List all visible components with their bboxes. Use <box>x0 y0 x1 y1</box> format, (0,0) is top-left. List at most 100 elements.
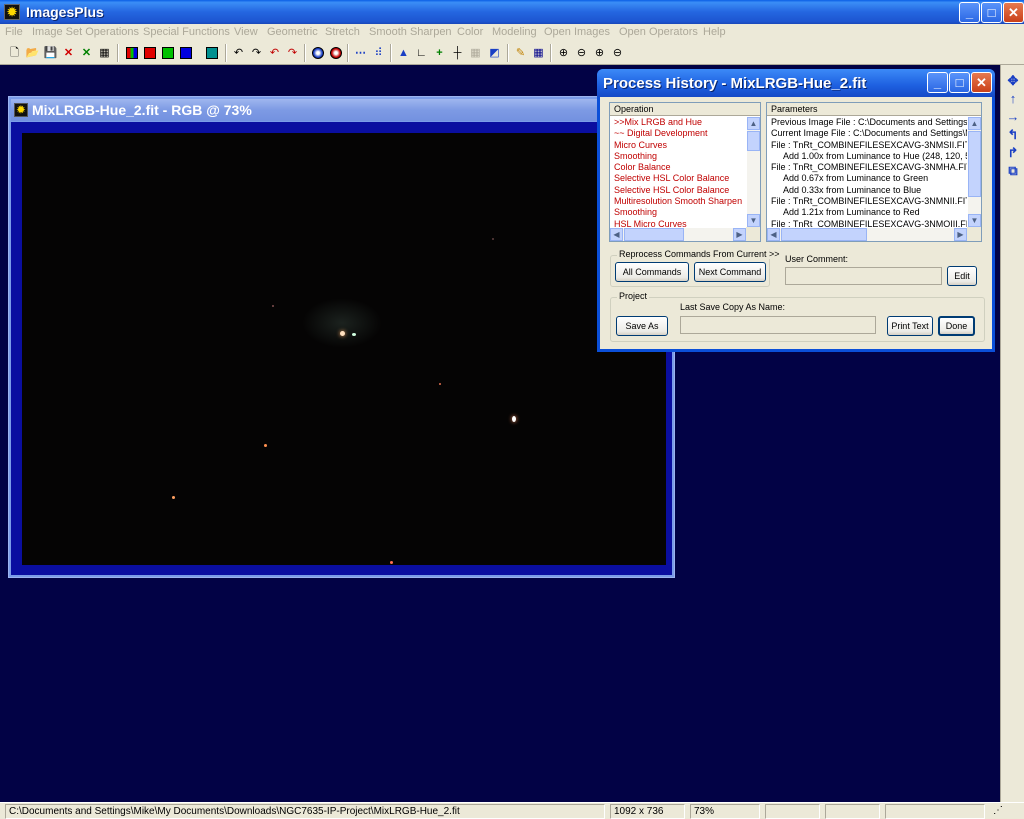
dialog-maximize-button[interactable]: □ <box>949 72 970 93</box>
close-image-icon[interactable]: ✕ <box>60 44 77 61</box>
histogram-icon[interactable]: ▲ <box>395 44 412 61</box>
menu-open-operators[interactable]: Open Operators <box>619 26 698 38</box>
scroll-thumb[interactable] <box>747 131 760 151</box>
maximize-button[interactable]: □ <box>981 2 1002 23</box>
curve-icon[interactable]: ∟ <box>413 44 430 61</box>
operation-vertical-scrollbar[interactable]: ▲ ▼ <box>747 117 760 227</box>
save-icon[interactable]: 💾 <box>42 44 59 61</box>
menu-view[interactable]: View <box>234 26 258 38</box>
zoom-fit-icon[interactable]: ⊕ <box>591 44 608 61</box>
grid-icon[interactable]: ▦ <box>467 44 484 61</box>
process-history-title-bar[interactable]: Process History - MixLRGB-Hue_2.fit _ □ … <box>597 69 995 97</box>
green-channel-icon[interactable] <box>159 44 176 61</box>
close-all-icon[interactable]: ✕ <box>78 44 95 61</box>
minimize-button[interactable]: _ <box>959 2 980 23</box>
open-file-icon[interactable]: 📂 <box>24 44 41 61</box>
red-channel-icon[interactable] <box>141 44 158 61</box>
list-item[interactable]: Current Image File : C:\Documents and Se… <box>767 128 967 139</box>
rotate-left-icon[interactable]: ↰ <box>1005 127 1021 143</box>
zoom-actual-icon[interactable]: ⊖ <box>609 44 626 61</box>
list-item[interactable]: HSL Micro Curves <box>610 219 746 227</box>
add-icon[interactable]: + <box>431 44 448 61</box>
image-window-icon[interactable]: ✹ <box>14 103 28 117</box>
menu-image-set-operations[interactable]: Image Set Operations <box>32 26 139 38</box>
operation-list[interactable]: Operation >>Mix LRGB and Hue ~~ Digital … <box>609 102 761 242</box>
menu-geometric[interactable]: Geometric <box>267 26 318 38</box>
list-item[interactable]: File : TnRt_COMBINEFILESEXCAVG-3NMSII.FI… <box>767 140 967 151</box>
list-item[interactable]: Add 1.00x from Luminance to Hue (248, 12… <box>767 151 967 162</box>
list-item[interactable]: Add 1.21x from Luminance to Red <box>767 207 967 218</box>
scroll-left-icon[interactable]: ◀ <box>610 228 623 241</box>
menu-smooth-sharpen[interactable]: Smooth Sharpen <box>369 26 452 38</box>
list-item[interactable]: ~~ Digital Development <box>610 128 746 139</box>
list-item[interactable]: Multiresolution Smooth Sharpen <box>610 196 746 207</box>
redo-icon[interactable]: ↷ <box>248 44 265 61</box>
done-button[interactable]: Done <box>938 316 975 336</box>
zoom-in-icon[interactable]: ⊕ <box>555 44 572 61</box>
print-text-button[interactable]: Print Text <box>887 316 933 336</box>
rotate-right-icon[interactable]: ↱ <box>1005 145 1021 161</box>
operation-column-header[interactable]: Operation <box>610 103 760 116</box>
points-icon[interactable]: ⠾ <box>370 44 387 61</box>
image-window[interactable]: ✹ MixLRGB-Hue_2.fit - RGB @ 73% <box>8 96 675 578</box>
image-edit-icon[interactable]: ◩ <box>486 44 503 61</box>
list-item[interactable]: Selective HSL Color Balance <box>610 185 746 196</box>
app-title-bar[interactable]: ✹ ImagesPlus _ □ ✕ <box>0 0 1024 24</box>
zoom-out-icon[interactable]: ⊖ <box>573 44 590 61</box>
scroll-thumb[interactable] <box>968 131 981 197</box>
menu-help[interactable]: Help <box>703 26 726 38</box>
menu-special-functions[interactable]: Special Functions <box>143 26 230 38</box>
list-item[interactable]: Micro Curves <box>610 140 746 151</box>
scroll-thumb[interactable] <box>781 228 867 241</box>
list-item[interactable]: Color Balance <box>610 162 746 173</box>
all-commands-button[interactable]: All Commands <box>615 262 689 282</box>
rgb-channels-icon[interactable] <box>123 44 140 61</box>
dialog-minimize-button[interactable]: _ <box>927 72 948 93</box>
move-icon[interactable]: ✥ <box>1005 73 1021 89</box>
next-command-button[interactable]: Next Command <box>694 262 766 282</box>
list-item[interactable]: Smoothing <box>610 151 746 162</box>
scroll-down-icon[interactable]: ▼ <box>968 214 981 227</box>
last-save-name-field[interactable] <box>680 316 876 334</box>
scroll-up-icon[interactable]: ▲ <box>968 117 981 130</box>
channel-grid-icon[interactable] <box>203 44 220 61</box>
menu-open-images[interactable]: Open Images <box>544 26 610 38</box>
list-item[interactable]: Add 0.33x from Luminance to Blue <box>767 185 967 196</box>
redo-all-icon[interactable]: ↷ <box>284 44 301 61</box>
list-item[interactable]: Add 0.67x from Luminance to Green <box>767 173 967 184</box>
app-icon[interactable]: ✹ <box>4 4 20 20</box>
new-file-icon[interactable]: 🗋 <box>6 44 23 61</box>
menu-color[interactable]: Color <box>457 26 483 38</box>
flip-icon[interactable]: ⧉ <box>1005 163 1021 179</box>
menu-file[interactable]: File <box>5 26 23 38</box>
parameters-column-header[interactable]: Parameters <box>767 103 981 116</box>
menu-modeling[interactable]: Modeling <box>492 26 537 38</box>
pencil-icon[interactable]: ✎ <box>512 44 529 61</box>
scroll-up-icon[interactable]: ▲ <box>747 117 760 130</box>
parameters-vertical-scrollbar[interactable]: ▲ ▼ <box>968 117 981 227</box>
dotted-line-icon[interactable]: ⋯ <box>352 44 369 61</box>
blue-channel-icon[interactable] <box>177 44 194 61</box>
list-item[interactable]: Smoothing <box>610 207 746 218</box>
scroll-right-icon[interactable]: ▶ <box>733 228 746 241</box>
scroll-left-icon[interactable]: ◀ <box>767 228 780 241</box>
menu-stretch[interactable]: Stretch <box>325 26 360 38</box>
star-blue-icon[interactable] <box>309 44 326 61</box>
scroll-thumb[interactable] <box>624 228 684 241</box>
star-red-icon[interactable] <box>327 44 344 61</box>
list-item[interactable]: File : TnRt_COMBINEFILESEXCAVG-3NMHA.FIT… <box>767 162 967 173</box>
edit-button[interactable]: Edit <box>947 266 977 286</box>
list-item[interactable]: Previous Image File : C:\Documents and S… <box>767 117 967 128</box>
operation-horizontal-scrollbar[interactable]: ◀ ▶ <box>610 228 746 241</box>
undo-all-icon[interactable]: ↶ <box>266 44 283 61</box>
arrow-right-icon[interactable]: → <box>1005 109 1021 125</box>
list-item[interactable]: >>Mix LRGB and Hue <box>610 117 746 128</box>
list-item[interactable]: Selective HSL Color Balance <box>610 173 746 184</box>
dialog-close-button[interactable]: ✕ <box>971 72 992 93</box>
undo-icon[interactable]: ↶ <box>230 44 247 61</box>
process-history-dialog[interactable]: Process History - MixLRGB-Hue_2.fit _ □ … <box>597 69 995 352</box>
print-icon[interactable]: ▦ <box>96 44 113 61</box>
parameters-horizontal-scrollbar[interactable]: ◀ ▶ <box>767 228 967 241</box>
crosshair-icon[interactable]: ┼ <box>449 44 466 61</box>
astro-image-canvas[interactable] <box>22 133 666 565</box>
